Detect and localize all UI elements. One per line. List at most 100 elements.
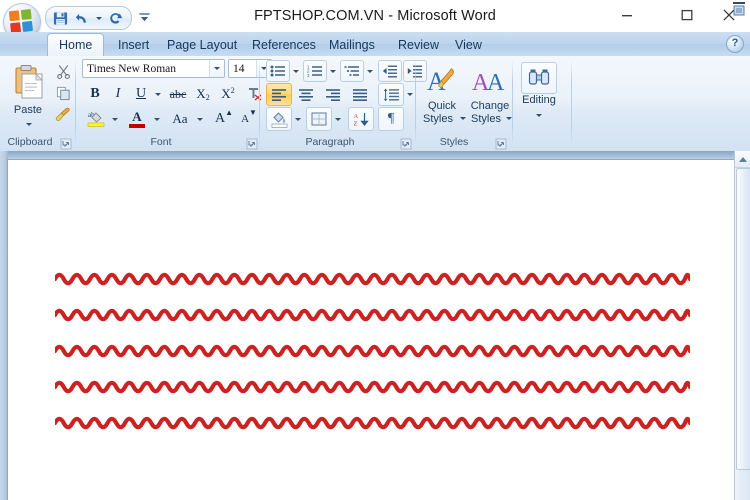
paste-label: Paste — [13, 104, 43, 116]
bullets-button[interactable] — [266, 60, 290, 82]
paragraph-dialog-launcher[interactable] — [400, 137, 412, 150]
shading-paint-bucket-icon — [271, 111, 287, 128]
font-color-swatch — [129, 124, 145, 128]
redo-button[interactable] — [105, 9, 125, 27]
wavy-line-3 — [55, 343, 690, 358]
subscript-button[interactable]: X2 — [191, 83, 215, 105]
change-case-button[interactable]: Aa — [166, 107, 194, 131]
numbering-dropdown-button[interactable] — [326, 60, 339, 82]
line-spacing-button[interactable] — [378, 83, 404, 106]
line-spacing-icon — [383, 88, 399, 101]
tab-insert[interactable]: Insert — [107, 34, 160, 56]
styles-dialog-launcher[interactable] — [495, 137, 507, 150]
sort-button[interactable]: A Z — [348, 107, 374, 131]
bullet-list-icon — [270, 65, 285, 77]
svg-text:A: A — [487, 70, 505, 96]
editing-button[interactable] — [521, 62, 557, 94]
quick-access-toolbar — [45, 6, 132, 30]
format-painter-button[interactable] — [52, 104, 74, 126]
shading-button[interactable] — [266, 107, 292, 131]
superscript-button[interactable]: X2 — [216, 83, 240, 105]
align-left-icon — [272, 88, 286, 101]
grow-font-button[interactable]: A ▲ — [211, 107, 237, 131]
maximize-button[interactable] — [664, 0, 710, 30]
align-center-button[interactable] — [293, 83, 319, 106]
minimize-ribbon-icon — [733, 2, 745, 16]
copy-button[interactable] — [52, 82, 74, 104]
document-page[interactable] — [8, 160, 735, 500]
scrollbar-thumb[interactable] — [736, 168, 750, 470]
font-color-button[interactable]: A — [124, 107, 150, 131]
undo-button[interactable] — [72, 9, 92, 27]
strikethrough-button[interactable]: abc — [166, 83, 190, 105]
wavy-line-1 — [55, 271, 690, 286]
editing-label: Editing — [522, 94, 556, 106]
superscript-x: X — [221, 86, 231, 101]
subscript-digit: 2 — [205, 93, 210, 102]
shading-dropdown-button[interactable] — [291, 107, 304, 131]
customize-toolbar-icon — [138, 12, 150, 21]
bullets-dropdown-button[interactable] — [289, 60, 302, 82]
underline-dropdown-button[interactable] — [151, 83, 165, 105]
editing-dropdown-button[interactable] — [530, 108, 548, 122]
subscript-x: X — [196, 86, 206, 101]
undo-dropdown-button[interactable] — [94, 9, 103, 27]
tab-page-layout[interactable]: Page Layout — [156, 34, 248, 56]
align-right-button[interactable] — [320, 83, 346, 106]
font-dialog-launcher[interactable] — [246, 137, 258, 150]
save-button[interactable] — [50, 9, 70, 27]
highlighter-icon: ab — [87, 111, 105, 127]
multilevel-dropdown-button[interactable] — [363, 60, 376, 82]
bold-button[interactable]: B — [84, 83, 106, 105]
dialog-launcher-icon — [495, 138, 507, 150]
change-styles-button[interactable]: A A — [467, 60, 511, 102]
group-separator — [571, 60, 572, 146]
change-case-dropdown-button[interactable] — [193, 107, 207, 131]
wavy-line-4 — [55, 379, 690, 394]
tab-home[interactable]: Home — [47, 33, 105, 57]
tab-references[interactable]: References — [241, 34, 327, 56]
minimize-button[interactable] — [604, 0, 650, 30]
borders-dropdown-button[interactable] — [331, 107, 344, 131]
font-color-dropdown-button[interactable] — [150, 107, 164, 131]
multilevel-list-button[interactable] — [340, 60, 364, 82]
chevron-down-icon — [292, 69, 299, 73]
tab-view[interactable]: View — [444, 34, 493, 56]
minimize-ribbon-button[interactable] — [731, 1, 747, 17]
paste-button[interactable] — [8, 60, 50, 106]
vertical-scrollbar[interactable] — [734, 151, 750, 500]
align-left-button[interactable] — [266, 83, 292, 106]
customize-quick-access-button[interactable] — [135, 8, 153, 26]
paste-dropdown-button[interactable] — [19, 118, 39, 131]
font-name-combobox[interactable]: Times New Roman — [82, 59, 225, 78]
chevron-down-icon — [334, 117, 341, 121]
justify-button[interactable] — [347, 83, 373, 106]
clipboard-dialog-launcher[interactable] — [60, 137, 72, 150]
dialog-launcher-icon — [246, 138, 258, 150]
borders-icon — [311, 112, 327, 126]
tab-mailings[interactable]: Mailings — [318, 34, 386, 56]
up-caret-icon: ▲ — [225, 108, 234, 117]
underline-button[interactable]: U — [130, 83, 152, 105]
decrease-indent-button[interactable] — [378, 60, 402, 82]
highlight-dropdown-button[interactable] — [108, 107, 122, 131]
font-name-value: Times New Roman — [87, 62, 177, 75]
show-formatting-marks-button[interactable]: ¶ — [378, 107, 404, 131]
help-button[interactable]: ? — [726, 35, 744, 53]
italic-button[interactable]: I — [107, 83, 129, 105]
multilevel-list-icon — [344, 66, 359, 76]
shrink-font-letter: A — [241, 113, 250, 125]
wavy-line-2 — [55, 307, 690, 322]
ribbon-group-editing: Editing — [512, 56, 572, 151]
text-highlight-color-button[interactable]: ab — [84, 107, 108, 131]
cut-button[interactable] — [52, 60, 74, 82]
ribbon-group-font: Times New Roman 14 B I U abc X2 X2 ab A … — [76, 56, 272, 151]
scroll-up-button[interactable] — [735, 151, 750, 168]
numbering-button[interactable]: 1 2 3 — [303, 60, 327, 82]
ribbon-group-paragraph: 1 2 3 A Z ¶ Paragraph — [260, 56, 427, 151]
triangle-up-icon — [738, 156, 747, 162]
quick-styles-button[interactable]: A — [421, 60, 465, 102]
font-name-dropdown-arrow[interactable] — [209, 60, 224, 77]
borders-button[interactable] — [306, 107, 332, 131]
tab-review[interactable]: Review — [387, 34, 450, 56]
